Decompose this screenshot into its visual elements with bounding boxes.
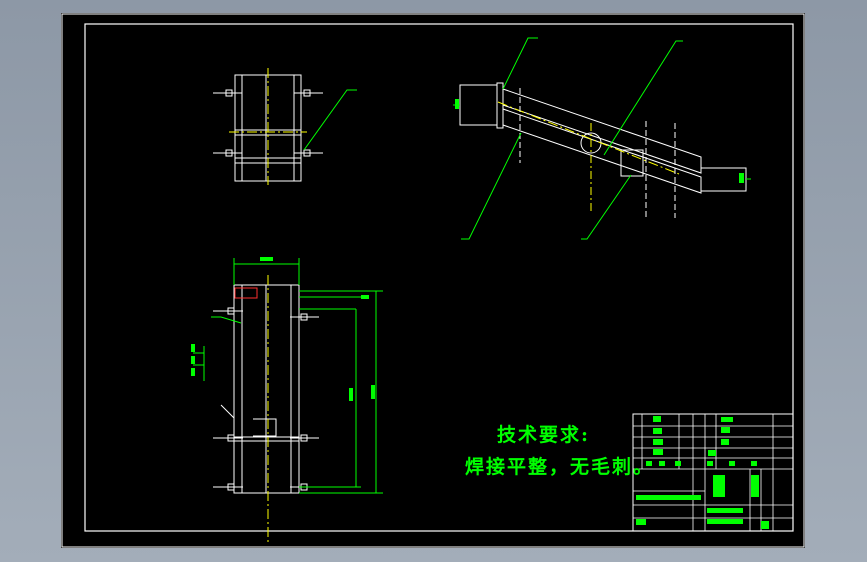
inclined-view — [459, 82, 747, 194]
inclined-view-bolt-lines — [519, 88, 676, 218]
front-view — [213, 284, 319, 494]
cad-viewport[interactable]: 技术要求: 焊接平整，无毛刺。 — [61, 13, 805, 548]
cad-drawing-sheet — [61, 13, 805, 548]
front-view-hatch-area — [234, 287, 258, 299]
title-block — [632, 413, 794, 532]
front-view-dim-text-marks — [191, 257, 375, 401]
top-view-leader-line — [303, 89, 357, 151]
inner-frame-border — [84, 23, 794, 532]
front-view-dimensions — [193, 258, 383, 494]
technical-requirements-title: 技术要求: — [497, 424, 591, 446]
technical-requirements-text: 焊接平整，无毛刺。 — [465, 456, 655, 478]
